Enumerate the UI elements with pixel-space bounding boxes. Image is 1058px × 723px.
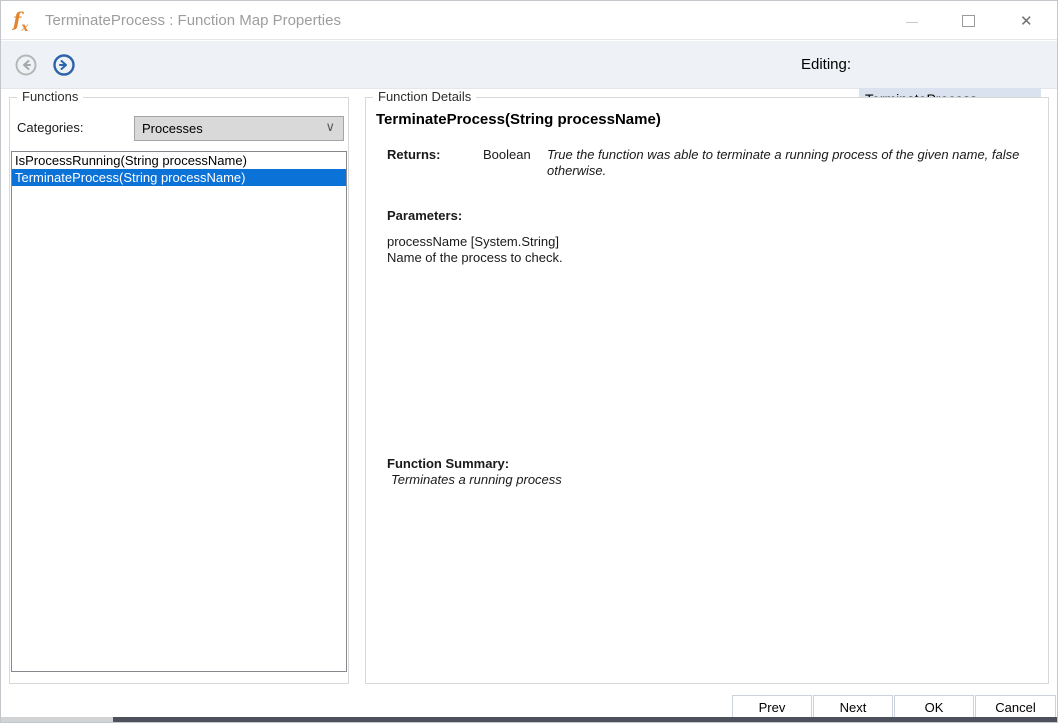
circle-arrow-right-icon (53, 54, 75, 76)
fx-function-icon: fx (13, 8, 28, 39)
close-icon: ✕ (1020, 12, 1033, 30)
function-summary-text: Terminates a running process (391, 472, 562, 487)
close-button[interactable]: ✕ (1005, 1, 1051, 40)
window-title: TerminateProcess : Function Map Properti… (45, 1, 341, 40)
parameters-label: Parameters: (387, 208, 462, 223)
titlebar: fx TerminateProcess : Function Map Prope… (1, 1, 1057, 40)
list-item-terminateprocess[interactable]: TerminateProcess(String processName) (12, 169, 346, 186)
maximize-button[interactable] (945, 1, 991, 40)
background-window-edge (1, 717, 1057, 722)
returns-type: Boolean (483, 147, 531, 162)
toolbar: Editing: TerminateProcess (1, 41, 1057, 89)
parameter-entry: processName [System.String] Name of the … (387, 234, 563, 266)
minimize-icon (906, 22, 918, 23)
functions-panel-title: Functions (17, 89, 83, 105)
categories-value: Processes (142, 117, 203, 140)
categories-label: Categories: (17, 120, 83, 135)
back-button[interactable] (15, 54, 37, 76)
returns-label: Returns: (387, 147, 440, 162)
categories-select[interactable]: Processes ∨ (134, 116, 344, 141)
editing-label: Editing: (801, 41, 851, 89)
function-map-properties-dialog: fx TerminateProcess : Function Map Prope… (0, 0, 1058, 723)
functions-panel: Functions Categories: Processes ∨ IsProc… (9, 97, 349, 684)
background-edge-light (1, 717, 113, 722)
function-summary-label: Function Summary: (387, 456, 509, 471)
function-details-title: Function Details (373, 89, 476, 105)
function-details-panel: Function Details TerminateProcess(String… (365, 97, 1049, 684)
function-signature: TerminateProcess(String processName) (376, 111, 661, 128)
returns-description: True the function was able to terminate … (547, 147, 1047, 179)
function-listbox: IsProcessRunning(String processName) Ter… (11, 151, 347, 672)
maximize-icon (962, 15, 975, 27)
parameter-description: Name of the process to check. (387, 250, 563, 266)
chevron-down-icon: ∨ (325, 119, 335, 135)
circle-arrow-left-icon (15, 54, 37, 76)
minimize-button[interactable] (889, 1, 935, 40)
background-edge-dark (113, 717, 1057, 722)
parameter-name: processName [System.String] (387, 234, 563, 250)
list-item-isprocessrunning[interactable]: IsProcessRunning(String processName) (12, 152, 346, 169)
forward-button[interactable] (53, 54, 75, 76)
